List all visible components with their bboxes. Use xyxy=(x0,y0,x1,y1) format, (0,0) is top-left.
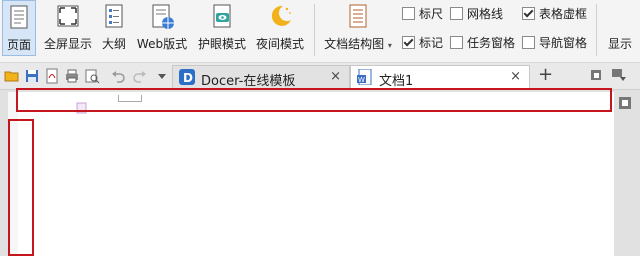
writer-doc-icon: W xyxy=(357,69,372,85)
tab-docer-templates[interactable]: D Docer-在线模板 × xyxy=(172,65,350,89)
open-folder-icon[interactable] xyxy=(4,68,20,84)
svg-text:W: W xyxy=(358,76,365,84)
night-mode-label: 夜间模式 xyxy=(255,37,304,51)
checkbox-table-gridlines[interactable]: 表格虚框 xyxy=(522,5,587,21)
vertical-ruler-highlight xyxy=(8,119,34,256)
ruler-toggle-icon[interactable] xyxy=(618,96,632,110)
checkbox-task-pane-label: 任务窗格 xyxy=(467,36,516,50)
checkbox-nav-pane[interactable]: 导航窗格 xyxy=(522,34,587,50)
checkbox-task-pane[interactable]: 任务窗格 xyxy=(450,34,515,50)
checkbox-nav-pane-label: 导航窗格 xyxy=(539,36,588,50)
ribbon-separator xyxy=(314,4,315,56)
checkbox-table-gridlines-box[interactable] xyxy=(522,7,535,20)
page-view-label: 页面 xyxy=(6,38,31,52)
checkbox-ruler-label: 标尺 xyxy=(419,7,444,21)
tab-bar: D Docer-在线模板 × W 文档1 × + xyxy=(0,63,640,90)
ribbon-separator xyxy=(596,4,597,56)
print-preview-icon[interactable] xyxy=(84,68,100,84)
tab-docer-close-icon[interactable]: × xyxy=(330,69,341,84)
outline-label: 大纲 xyxy=(101,37,126,51)
night-mode-icon xyxy=(271,5,291,26)
checkbox-gridlines-label: 网格线 xyxy=(467,7,504,21)
page-view-button[interactable]: 页面 xyxy=(2,0,36,56)
horizontal-ruler-highlight xyxy=(16,88,612,112)
tab-list-icon[interactable] xyxy=(612,69,626,81)
eye-care-icon xyxy=(213,4,231,28)
checkbox-ruler[interactable]: 标尺 xyxy=(402,5,443,21)
checkbox-task-pane-box[interactable] xyxy=(450,36,463,49)
undo-icon[interactable] xyxy=(110,68,126,84)
checkbox-table-gridlines-label: 表格虚框 xyxy=(539,7,588,21)
fullscreen-icon xyxy=(57,5,79,27)
night-mode-button[interactable]: 夜间模式 xyxy=(252,0,308,56)
new-tab-button[interactable]: + xyxy=(538,64,553,85)
checkbox-marks-box[interactable] xyxy=(402,36,415,49)
checkbox-gridlines-box[interactable] xyxy=(450,7,463,20)
outline-button[interactable]: 大纲 xyxy=(98,0,130,56)
docer-icon: D xyxy=(179,69,195,85)
outline-icon xyxy=(105,4,123,28)
document-map-label: 文档结构图 ▾ xyxy=(322,35,394,52)
fullscreen-button[interactable]: 全屏显示 xyxy=(40,0,96,56)
document-page[interactable] xyxy=(18,92,614,256)
view-ribbon: 页面 全屏显示 大纲 Web版式 护眼模式 夜间模式 文档结构图 ▾ 标尺 网格… xyxy=(0,0,640,63)
print-icon[interactable] xyxy=(64,68,80,84)
checkbox-marks[interactable]: 标记 xyxy=(402,34,443,50)
web-layout-icon xyxy=(152,4,174,29)
document-map-text: 文档结构图 xyxy=(324,37,385,51)
web-layout-label: Web版式 xyxy=(136,37,188,51)
eye-care-label: 护眼模式 xyxy=(197,37,246,51)
checkbox-ruler-box[interactable] xyxy=(402,7,415,20)
chevron-down-icon[interactable]: ▾ xyxy=(388,41,392,50)
display-overflow-button[interactable]: 显示 xyxy=(608,35,632,52)
eye-care-button[interactable]: 护眼模式 xyxy=(194,0,250,56)
web-layout-button[interactable]: Web版式 xyxy=(132,0,192,56)
checkbox-gridlines[interactable]: 网格线 xyxy=(450,5,503,21)
document-map-icon xyxy=(349,4,367,28)
tab-docer-label: Docer-在线模板 xyxy=(201,74,296,89)
document-map-button[interactable]: 文档结构图 ▾ xyxy=(322,0,394,56)
checkbox-nav-pane-box[interactable] xyxy=(522,36,535,49)
page-view-icon xyxy=(10,5,28,29)
export-pdf-icon[interactable] xyxy=(44,68,60,84)
save-icon[interactable] xyxy=(24,68,40,84)
fullscreen-label: 全屏显示 xyxy=(43,37,92,51)
tab-document1-close-icon[interactable]: × xyxy=(510,69,521,84)
redo-icon[interactable] xyxy=(132,68,148,84)
svg-text:D: D xyxy=(183,71,193,85)
tab-document1-label: 文档1 xyxy=(379,74,414,89)
tab-document1[interactable]: W 文档1 × xyxy=(350,65,530,89)
window-restore-icon[interactable] xyxy=(590,69,602,81)
checkbox-marks-label: 标记 xyxy=(419,36,444,50)
customize-dropdown-icon[interactable] xyxy=(154,68,170,84)
